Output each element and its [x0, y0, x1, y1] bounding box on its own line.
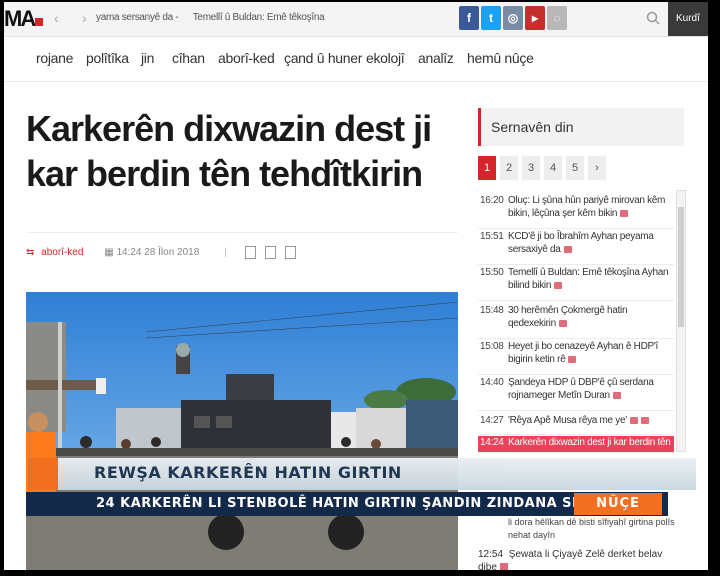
scrollbar-thumb[interactable] — [678, 207, 684, 327]
camera-icon — [629, 416, 638, 424]
article-title-line: Karkerên dixwazin dest ji — [26, 108, 432, 149]
tv-ticker-text: 24 KARKERÊN LI STENBOLÊ HATIN GIRTIN ŞAN… — [96, 496, 618, 511]
nav-item-politika[interactable]: polîtîka — [86, 50, 129, 66]
nav-item-cand-u-huner[interactable]: çand û huner — [284, 50, 362, 66]
language-label: Kurdî — [676, 13, 700, 24]
news-text[interactable]: Heyet ji bo cenazeyê Ayhan ê HDP'î bigir… — [508, 341, 658, 365]
nav-item-hemu-nuce[interactable]: hemû nûçe — [467, 50, 534, 66]
news-time: 14:24 — [480, 437, 504, 448]
news-text[interactable]: Karkerên dixwazin dest ji kar berdin tên — [508, 437, 671, 448]
news-text[interactable]: Temellî û Buldan: Emê têkoşîna Ayhan bil… — [508, 267, 669, 291]
top-bar: MA ‹ › yama sersanyê da - Temellî û Buld… — [4, 2, 708, 37]
calendar-icon: ▦ — [104, 247, 114, 259]
news-item[interactable]: 15:48 30 herêmên Çokmergê hatin qedexeki… — [478, 304, 674, 339]
news-time: 15:51 — [480, 231, 504, 242]
language-selector[interactable]: Kurdî — [668, 2, 708, 36]
news-text[interactable]: Oluç: Li şûna hûn pariyê mirovan kêm bik… — [508, 195, 665, 219]
ticker-item[interactable]: yama sersanyê da - — [96, 12, 179, 23]
video-icon — [640, 416, 649, 424]
page-button-2[interactable]: 2 — [500, 156, 518, 180]
download-icon[interactable] — [265, 246, 277, 259]
tv-headline-bar: REWŞA KARKERÊN HATIN GIRTIN — [28, 458, 696, 490]
page-button-4[interactable]: 4 — [544, 156, 562, 180]
news-text[interactable]: 'Rêya Apê Musa rêya me ye' — [508, 415, 627, 426]
news-time: 15:48 — [480, 305, 504, 316]
youtube-icon[interactable]: ▸ — [525, 6, 545, 30]
sidebar-title: Sernavên din — [478, 108, 684, 146]
news-time: 14:40 — [480, 377, 504, 388]
logo-dot — [35, 18, 44, 26]
camera-icon — [558, 319, 567, 327]
camera-icon — [568, 355, 577, 363]
page-button-5[interactable]: 5 — [566, 156, 584, 180]
camera-icon — [563, 245, 572, 253]
tv-ticker-bar: 24 KARKERÊN LI STENBOLÊ HATIN GIRTIN ŞAN… — [26, 492, 668, 516]
news-item[interactable]: 14:40 Şandeya HDP û DBP'ê çû serdana roj… — [478, 376, 674, 411]
tv-headline-tag — [28, 458, 58, 490]
page-next-button[interactable]: › — [588, 156, 606, 180]
news-text[interactable]: 30 herêmên Çokmergê hatin qedexekirin — [508, 305, 628, 329]
news-time: 12:54 — [478, 549, 504, 560]
news-text[interactable]: li dora hêlîkan dê bisti sîfiyahî girtin… — [508, 517, 675, 540]
site-logo[interactable]: MA — [4, 6, 44, 32]
news-item[interactable]: 15:51 KCD'ê ji bo Îbrahîm Ayhan peyama s… — [478, 230, 674, 265]
nav-item-ekoloji[interactable]: ekolojî — [366, 50, 405, 66]
news-item[interactable]: 14:27 'Rêya Apê Musa rêya me ye' — [478, 414, 674, 435]
camera-icon — [612, 391, 621, 399]
rss-icon[interactable]: ◌ — [547, 6, 567, 30]
main-nav: rojane polîtîka jin cîhan aborî-ked çand… — [4, 37, 708, 82]
news-time: 14:27 — [480, 415, 504, 426]
twitter-icon[interactable]: t — [481, 6, 501, 30]
tv-news-badge: NÛÇE — [574, 493, 662, 515]
article-datetime: 14:24 28 Îlon 2018 — [116, 247, 200, 259]
instagram-icon[interactable]: ◎ — [503, 6, 523, 30]
nav-item-rojane[interactable]: rojane — [36, 50, 73, 66]
nav-item-jin[interactable]: jin — [141, 50, 154, 66]
nav-item-analiz[interactable]: analîz — [418, 50, 454, 66]
ticker-prev-icon[interactable]: ‹ — [54, 10, 59, 26]
news-text[interactable]: Şandeya HDP û DBP'ê çû serdana rojnamege… — [508, 377, 654, 401]
sidebar-scrollbar[interactable] — [676, 190, 686, 452]
page-button-1[interactable]: 1 — [478, 156, 496, 180]
logo-text: MA — [4, 6, 36, 31]
save-icon[interactable] — [285, 246, 297, 259]
camera-icon — [499, 563, 508, 570]
article-photo — [26, 292, 458, 570]
news-time: 15:50 — [480, 267, 504, 278]
camera-icon — [620, 209, 629, 217]
news-item[interactable]: 12:54 Şewata li Çiyayê Zelê derket belav… — [478, 548, 678, 570]
news-item[interactable]: 16:20 Oluç: Li şûna hûn pariyê mirovan k… — [478, 194, 674, 229]
camera-icon — [554, 281, 563, 289]
nav-item-abori-ked[interactable]: aborî-ked — [218, 50, 275, 66]
tag-icon: ⇆ — [26, 247, 35, 259]
tv-headline-text: REWŞA KARKERÊN HATIN GIRTIN — [94, 463, 402, 482]
print-icon[interactable] — [245, 246, 257, 259]
nav-item-cihan[interactable]: cîhan — [172, 50, 205, 66]
browser-screen: MA ‹ › yama sersanyê da - Temellî û Buld… — [4, 2, 708, 570]
divider — [26, 232, 458, 233]
ticker-next-icon[interactable]: › — [82, 10, 87, 26]
article-category[interactable]: aborî-ked — [41, 247, 83, 258]
news-text[interactable]: KCD'ê ji bo Îbrahîm Ayhan peyama sersaxi… — [508, 231, 654, 255]
article-title-line: kar berdin tên tehdîtkirin — [26, 153, 423, 194]
protest-scene-image — [26, 292, 458, 570]
news-item[interactable]: 15:50 Temellî û Buldan: Emê têkoşîna Ayh… — [478, 266, 674, 301]
news-time: 16:20 — [480, 195, 504, 206]
facebook-icon[interactable]: f — [459, 6, 479, 30]
news-item-active[interactable]: 14:24 Karkerên dixwazin dest ji kar berd… — [478, 436, 674, 453]
ticker-item[interactable]: Temellî û Buldan: Emê têkoşîna — [193, 12, 325, 23]
article-title: Karkerên dixwazin dest ji kar berdin tên… — [26, 106, 446, 196]
news-time: 15:08 — [480, 341, 504, 352]
article-meta: ⇆ aborî-ked ▦ 14:24 28 Îlon 2018 | — [26, 246, 297, 259]
news-item-partial[interactable]: li dora hêlîkan dê bisti sîfiyahî girtin… — [508, 516, 678, 542]
separator: | — [224, 247, 227, 259]
sidebar-title-text: Sernavên din — [491, 119, 574, 135]
news-item[interactable]: 15:08 Heyet ji bo cenazeyê Ayhan ê HDP'î… — [478, 340, 674, 375]
search-icon[interactable] — [646, 11, 660, 25]
news-ticker[interactable]: yama sersanyê da - Temellî û Buldan: Emê… — [96, 12, 336, 23]
page-button-3[interactable]: 3 — [522, 156, 540, 180]
